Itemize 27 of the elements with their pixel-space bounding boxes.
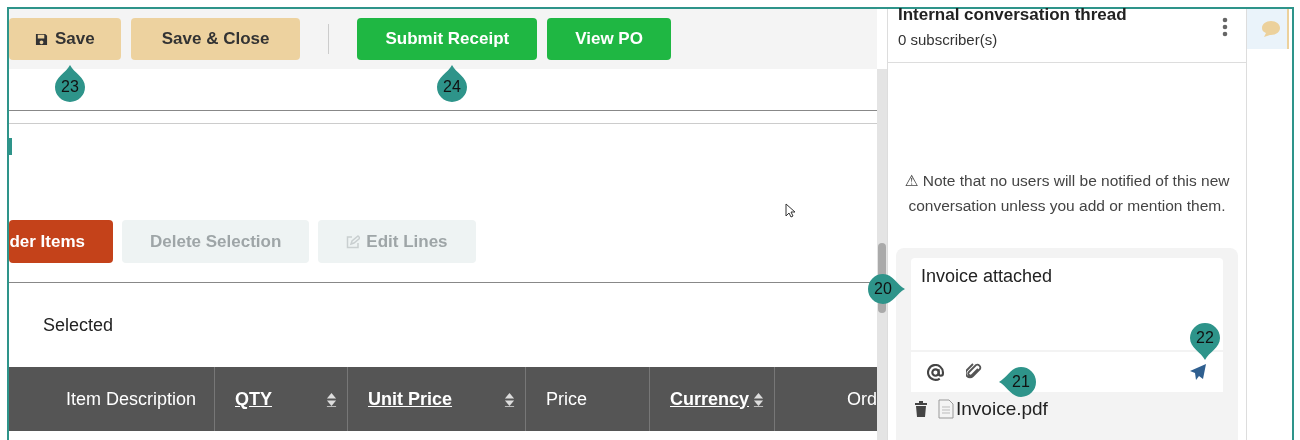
save-icon: [35, 32, 48, 46]
sort-icon: [753, 391, 764, 407]
column-header[interactable]: Unit Price: [348, 367, 526, 431]
document-icon: [938, 399, 954, 419]
trash-icon[interactable]: [914, 401, 928, 417]
paperclip-icon[interactable]: [966, 363, 982, 381]
selection-label: Selected: [43, 314, 114, 336]
notification-note: ⚠ Note that no users will be notified of this new conversation unless you add or mention them.: [903, 171, 1231, 216]
attachment-name[interactable]: Invoice.pdf: [956, 398, 1048, 420]
action-button[interactable]: der Items: [9, 220, 113, 263]
column-header: Item Description: [9, 367, 215, 431]
sort-icon: [326, 391, 337, 407]
thread-title: Internal conversation thread: [898, 5, 1127, 25]
column-header[interactable]: Currency: [650, 367, 775, 431]
column-header: Price: [526, 367, 650, 431]
chat-bubble-icon: [1261, 20, 1281, 38]
edit-icon: [346, 234, 361, 249]
mouse-pointer-icon: [785, 203, 795, 218]
column-header: Ord: [846, 387, 877, 411]
column-header[interactable]: QTY: [215, 367, 348, 431]
toolbar-button[interactable]: Save: [9, 18, 121, 60]
send-icon[interactable]: [1189, 363, 1207, 381]
mention-icon[interactable]: [927, 363, 944, 381]
more-options-icon[interactable]: [1222, 17, 1228, 37]
toolbar-button[interactable]: Save & Close: [130, 18, 301, 60]
subscriber-count: 0 subscriber(s): [898, 31, 999, 48]
sort-icon: [504, 391, 515, 407]
